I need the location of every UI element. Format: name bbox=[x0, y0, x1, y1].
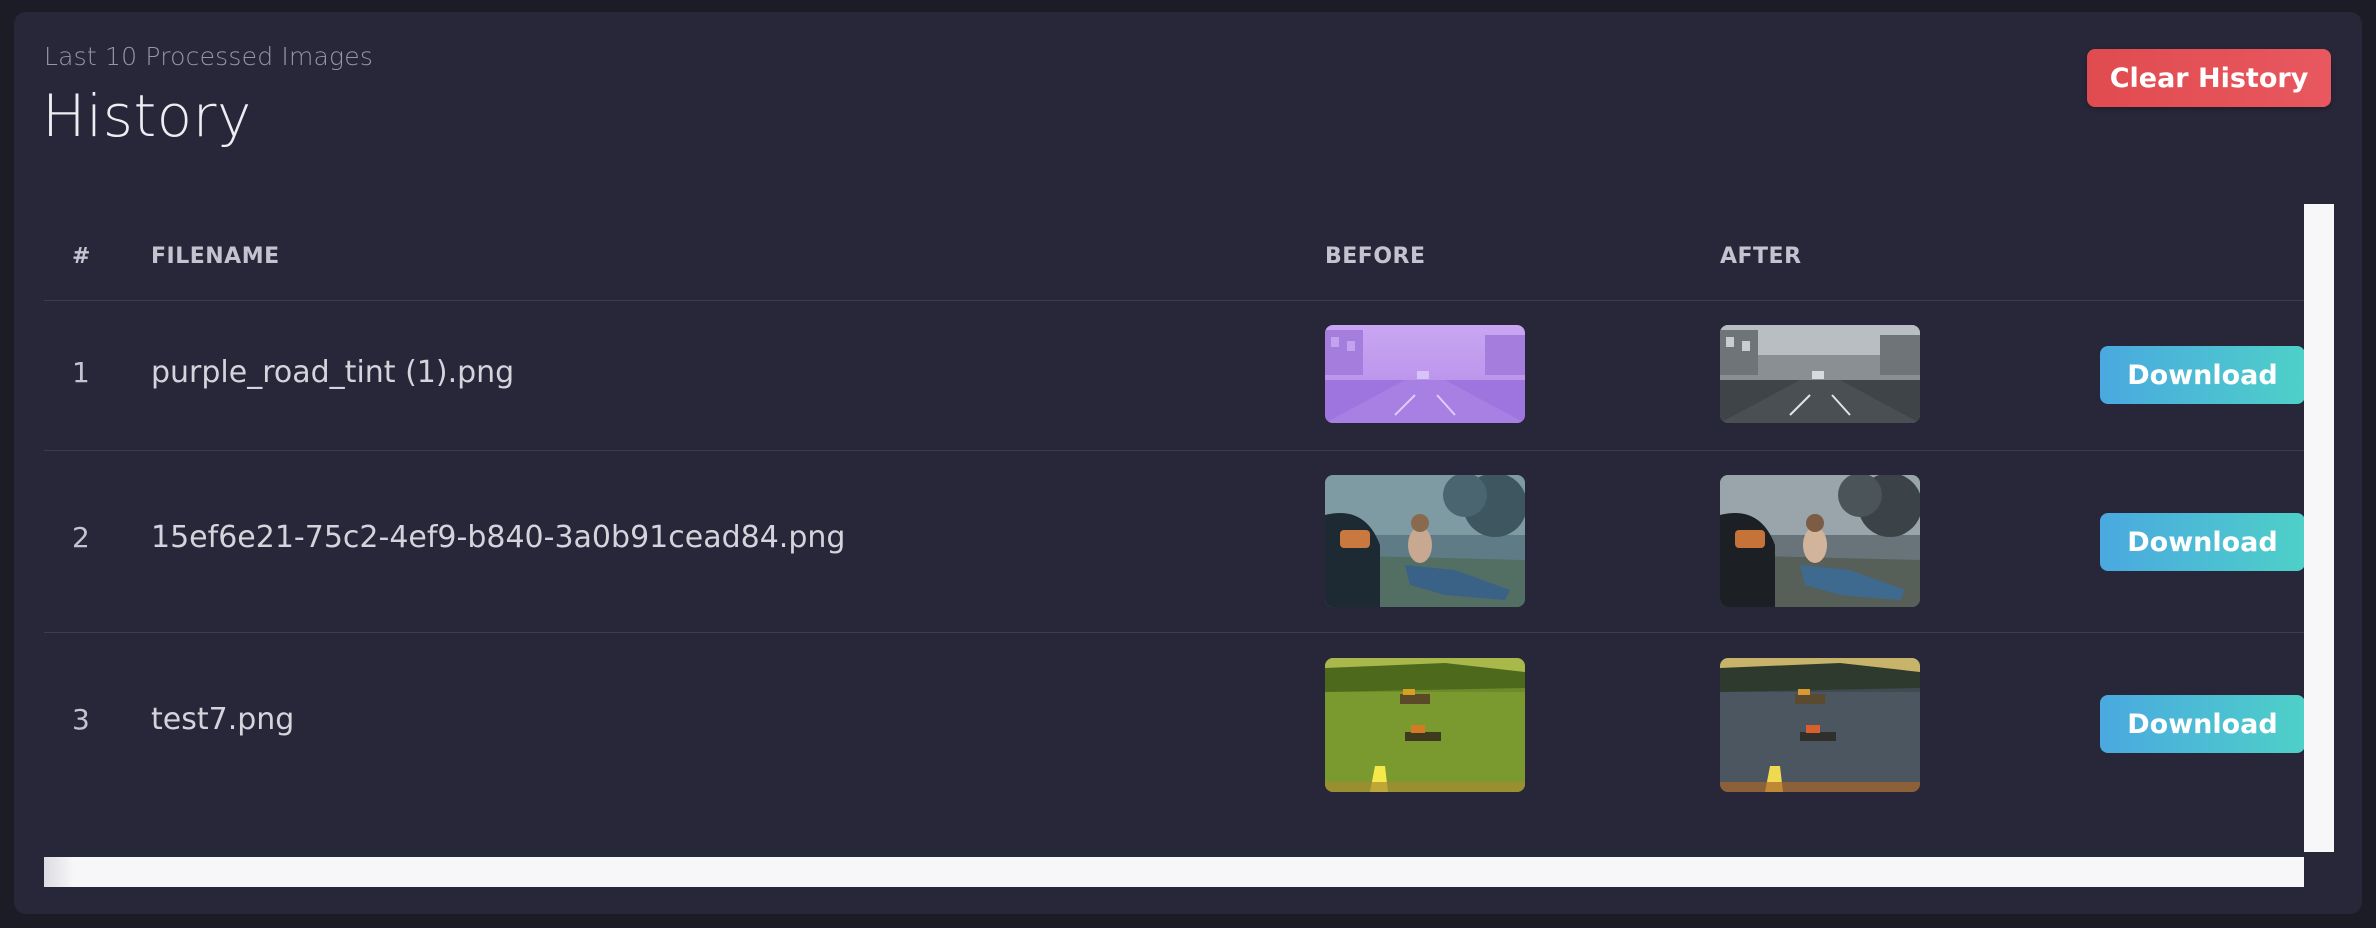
after-thumbnail bbox=[1720, 325, 1920, 423]
clear-history-button[interactable]: Clear History bbox=[2087, 49, 2331, 107]
column-header-before: BEFORE bbox=[1325, 244, 1426, 269]
horizontal-scrollbar[interactable] bbox=[44, 857, 2304, 887]
column-header-index: # bbox=[72, 244, 91, 269]
before-thumbnail bbox=[1325, 475, 1525, 607]
history-table: # FILENAME BEFORE AFTER 1 purple_road_ti… bbox=[44, 204, 2314, 850]
history-subtitle: Last 10 Processed Images bbox=[44, 42, 374, 71]
row-filename: purple_road_tint (1).png bbox=[151, 355, 515, 390]
download-button[interactable]: Download bbox=[2100, 695, 2305, 753]
after-thumbnail bbox=[1720, 475, 1920, 607]
row-index: 1 bbox=[72, 356, 90, 389]
row-index: 2 bbox=[72, 521, 90, 554]
table-row: 2 15ef6e21-75c2-4ef9-b840-3a0b91cead84.p… bbox=[44, 451, 2305, 633]
after-thumbnail bbox=[1720, 658, 1920, 792]
table-row: 1 purple_road_tint (1).png Download bbox=[44, 301, 2305, 451]
page-title: History bbox=[42, 82, 252, 150]
scrollbar-thumb[interactable] bbox=[44, 857, 74, 887]
row-filename: 15ef6e21-75c2-4ef9-b840-3a0b91cead84.png bbox=[151, 520, 846, 555]
before-thumbnail bbox=[1325, 658, 1525, 792]
row-index: 3 bbox=[72, 703, 90, 736]
table-header: # FILENAME BEFORE AFTER bbox=[44, 204, 2304, 301]
vertical-scrollbar[interactable] bbox=[2304, 204, 2334, 852]
row-filename: test7.png bbox=[151, 702, 295, 737]
column-header-after: AFTER bbox=[1720, 244, 1802, 269]
before-thumbnail bbox=[1325, 325, 1525, 423]
column-header-filename: FILENAME bbox=[151, 244, 280, 269]
download-button[interactable]: Download bbox=[2100, 513, 2305, 571]
download-button[interactable]: Download bbox=[2100, 346, 2305, 404]
history-card: Last 10 Processed Images History Clear H… bbox=[14, 12, 2362, 914]
table-row: 3 test7.png Download bbox=[44, 633, 2305, 833]
